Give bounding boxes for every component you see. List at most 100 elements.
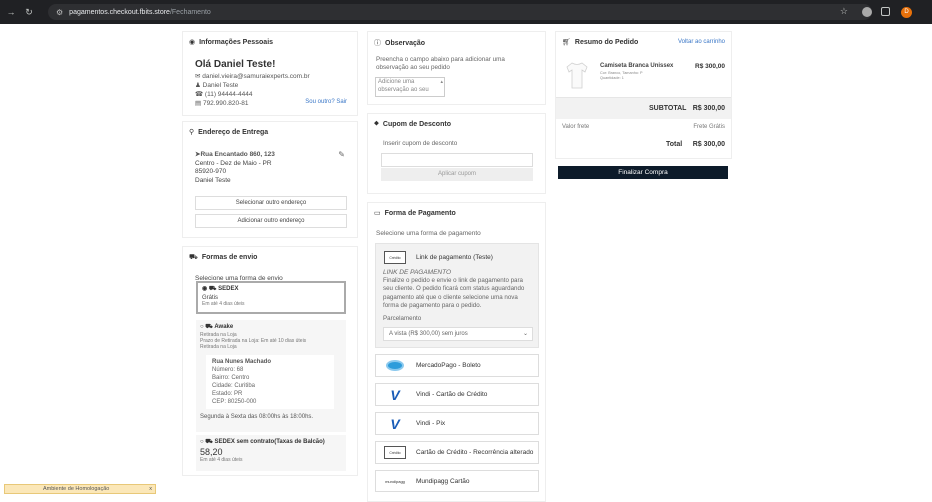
observation-placeholder: Adicione uma observação ao seu — [378, 79, 429, 93]
user-email: daniel.vieira@samuraiexperts.com.br — [202, 73, 310, 80]
shipping-option-awake[interactable]: ○ ⛟ Awake Retirada na Loja Prazo de Reti… — [196, 320, 346, 432]
coupon-label: Inserir cupom de desconto — [383, 140, 458, 147]
close-icon[interactable]: x — [149, 485, 152, 493]
product-price: R$ 300,00 — [695, 63, 725, 70]
payment-option-recurrence[interactable]: Crédito Cartão de Crédito - Recorrência … — [375, 441, 539, 464]
product-quantity: Quantidade: 1 — [600, 76, 624, 80]
total-label: Total — [666, 141, 683, 148]
user-phone: (11) 94444-4444 — [204, 91, 253, 98]
apply-coupon-button[interactable]: Aplicar cupom — [381, 168, 533, 181]
map-pin-icon: ⚲ — [189, 129, 195, 136]
radio-unselected[interactable]: ○ — [200, 439, 204, 445]
observation-description: Preencha o campo abaixo para adicionar u… — [376, 56, 505, 71]
back-to-cart-link[interactable]: Voltar ao carrinho — [678, 39, 725, 45]
info-circle-icon: ⓘ — [374, 40, 381, 47]
personal-info-panel: ◉ Informações Pessoais Olá Daniel Teste! … — [182, 31, 358, 116]
forward-icon[interactable]: → — [4, 7, 18, 17]
address-bar[interactable]: ⚙ pagamentos.checkout.fbits.store/Fecham… — [48, 4, 872, 20]
shipping-option-sedex-balcao[interactable]: ○ ⛟ SEDEX sem contrato(Taxas de Balcão) … — [196, 435, 346, 471]
address-header: ⚲ Endereço de Entrega — [189, 128, 351, 137]
observation-textarea[interactable]: Adicione uma observação ao seu ▴ — [375, 77, 445, 97]
truck-icon: ⛟ — [205, 439, 213, 445]
store-address-card: Rua Nunes Machado Número: 68 Bairro: Cen… — [206, 355, 334, 409]
personal-info-header: ◉ Informações Pessoais — [189, 38, 351, 47]
edit-address-icon[interactable]: ✎ — [338, 150, 345, 159]
coupon-title: Cupom de Desconto — [382, 120, 451, 128]
payment-option-vindi-pix[interactable]: V Vindi - Pix — [375, 412, 539, 435]
total-value: R$ 300,00 — [692, 141, 725, 148]
installments-value: A vista (R$ 300,00) sem juros — [389, 331, 468, 337]
product-variant: Cor: Branco, Tamanho: P — [600, 71, 643, 75]
truck-icon: ⛟ — [208, 286, 217, 292]
installments-select[interactable]: A vista (R$ 300,00) sem juros ⌄ — [383, 327, 533, 341]
select-other-address-button[interactable]: Selecionar outro endereço — [195, 196, 347, 210]
address-recipient: Daniel Teste — [195, 176, 231, 184]
payment-option-vindi-card[interactable]: V Vindi - Cartão de Crédito — [375, 383, 539, 406]
store-zip: CEP: 80250-000 — [212, 399, 257, 405]
reload-icon[interactable]: ↻ — [22, 7, 36, 18]
address-title: Endereço de Entrega — [198, 128, 269, 136]
product-thumbnail — [564, 60, 590, 90]
mercadopago-logo — [384, 359, 406, 372]
summary-header: 🛒︎ Resumo do Pedido — [562, 38, 638, 47]
payment-option-link[interactable]: Crédito Link de pagamento (Teste) LINK D… — [375, 243, 539, 348]
order-summary-panel: 🛒︎ Resumo do Pedido Voltar ao carrinho Ca… — [555, 31, 732, 159]
subtotal-row: SUBTOTAL R$ 300,00 — [556, 97, 731, 119]
store-name: Rua Nunes Machado — [212, 359, 272, 365]
user-document: 792.990.820-81 — [202, 100, 249, 107]
email-row: ✉ daniel.vieira@samuraiexperts.com.br — [195, 72, 351, 81]
payment-title: Forma de Pagamento — [384, 209, 456, 217]
product-name: Camiseta Branca Unissex — [600, 63, 674, 69]
coupon-input[interactable] — [381, 153, 533, 167]
extension-icon[interactable] — [862, 7, 872, 17]
coupon-panel: ⬥ Cupom de Desconto Inserir cupom de desc… — [367, 113, 546, 194]
vindi-logo: V — [390, 386, 400, 403]
shipping-header: ⛟ Formas de envio — [189, 253, 351, 262]
payment-header: ▭ Forma de Pagamento — [374, 209, 539, 218]
shipping-panel: ⛟ Formas de envio Selecione uma forma de … — [182, 246, 358, 476]
sedex-balcao-eta: Em até 4 dias úteis — [200, 457, 243, 463]
extensions-puzzle-icon[interactable] — [881, 7, 890, 16]
browser-toolbar: → ↻ ⚙ pagamentos.checkout.fbits.store/Fe… — [0, 0, 932, 24]
radio-unselected[interactable]: ○ — [200, 324, 204, 330]
personal-info-title: Informações Pessoais — [199, 38, 274, 46]
vindi-card-label: Vindi - Cartão de Crédito — [416, 391, 488, 398]
logout-link[interactable]: Sou outro? Sair — [305, 99, 347, 105]
site-info-icon[interactable]: ⚙ — [56, 8, 63, 17]
finish-purchase-button[interactable]: Finalizar Compra — [558, 166, 728, 179]
observation-panel: ⓘ Observação Preencha o campo abaixo para… — [367, 31, 546, 105]
subtotal-value: R$ 300,00 — [692, 105, 725, 112]
resize-handle-icon[interactable]: ▴ — [440, 79, 443, 87]
url-path: /Fechamento — [169, 8, 211, 16]
phone-icon: ☎ — [195, 91, 205, 98]
add-other-address-button[interactable]: Adicionar outro endereço — [195, 214, 347, 228]
shipping-option-sedex[interactable]: ◉ ⛟ SEDEX Grátis Em até 4 dias úteis — [196, 281, 346, 314]
payment-subtitle: Selecione uma forma de pagamento — [376, 230, 481, 237]
tag-icon: ⬥ — [374, 120, 379, 127]
payment-link-label: Link de pagamento (Teste) — [416, 254, 493, 261]
user-icon: ♟ — [195, 82, 203, 89]
bookmark-star-icon[interactable]: ☆ — [840, 6, 848, 17]
observation-header: ⓘ Observação — [374, 38, 539, 48]
cart-icon: 🛒︎ — [562, 39, 571, 46]
payment-link-title: LINK DE PAGAMENTO — [383, 269, 452, 276]
truck-icon: ⛟ — [205, 324, 213, 330]
credit-card-logo: Crédito — [384, 446, 406, 459]
payment-option-mundipagg[interactable]: mundipagg Mundipagg Cartão — [375, 470, 539, 492]
address-zip: 85920-970 — [195, 168, 227, 175]
name-row: ♟ Daniel Teste — [195, 81, 351, 90]
credit-card-icon: ▭ — [374, 210, 381, 217]
truck-icon: ⛟ — [189, 254, 198, 261]
installments-label: Parcelamento — [383, 315, 422, 323]
vindi-logo: V — [390, 415, 400, 432]
chevron-down-icon: ⌄ — [522, 331, 528, 337]
profile-avatar[interactable]: D — [901, 7, 912, 18]
store-number: Número: 68 — [212, 367, 244, 373]
payment-option-mercadopago[interactable]: MercadoPago - Boleto — [375, 354, 539, 377]
environment-label: Ambiente de Homologação — [43, 486, 110, 492]
greeting: Olá Daniel Teste! — [195, 59, 276, 70]
subtotal-label: SUBTOTAL — [649, 105, 687, 112]
payment-link-description: Finalize o pedido e envie o link de paga… — [383, 277, 525, 309]
radio-selected[interactable]: ◉ — [202, 286, 207, 292]
sedex-eta: Em até 4 dias úteis — [202, 301, 245, 307]
